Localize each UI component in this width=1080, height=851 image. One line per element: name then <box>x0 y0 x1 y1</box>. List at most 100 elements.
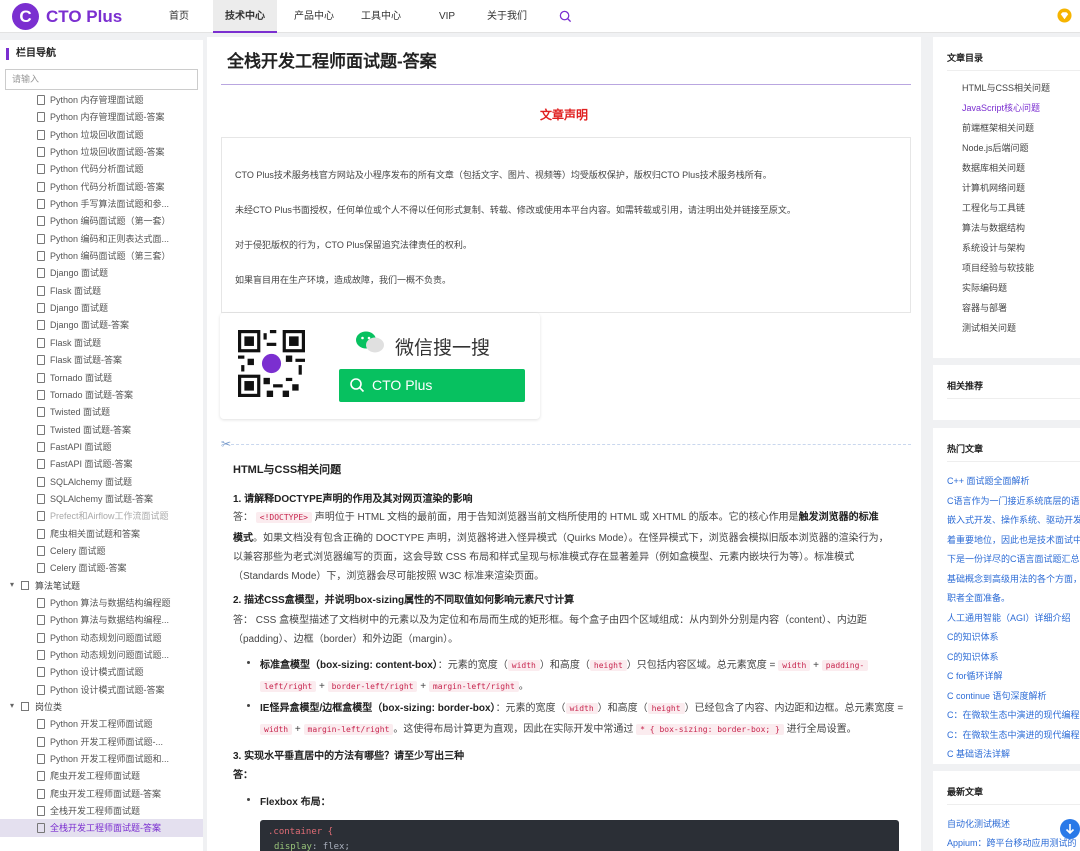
document-icon <box>37 493 45 504</box>
tree-item[interactable]: Python 开发工程师面试题 <box>0 715 203 732</box>
hot-article-link[interactable]: 人工通用智能（AGI）详细介绍 <box>947 611 1071 624</box>
chevron-down-icon[interactable]: ▾ <box>10 580 14 589</box>
plus-sign: + <box>294 724 301 735</box>
tree-item[interactable]: 全栈开发工程师面试题-答案 <box>0 819 203 837</box>
tree-item[interactable]: Python 代码分析面试题-答案 <box>0 178 203 195</box>
wechat-search-button[interactable]: CTO Plus <box>339 369 525 402</box>
tree-item[interactable]: Celery 面试题-答案 <box>0 559 203 576</box>
tree-item[interactable]: SQLAlchemy 面试题-答案 <box>0 490 203 507</box>
toc-item[interactable]: JavaScript核心问题 <box>962 101 1040 114</box>
tree-item[interactable]: 爬虫开发工程师面试题-答案 <box>0 785 203 802</box>
tree-folder[interactable]: ▾ 岗位类 <box>0 698 203 715</box>
tree-item[interactable]: Python 手写算法面试题和参... <box>0 195 203 212</box>
nav-tool-center[interactable]: 工具中心 <box>349 0 413 33</box>
back-to-top-button[interactable] <box>1060 819 1080 839</box>
tree-item[interactable]: Django 面试题 <box>0 299 203 316</box>
tree-item[interactable]: Celery 面试题 <box>0 542 203 559</box>
tree-item[interactable]: Python 垃圾回收面试题 <box>0 126 203 143</box>
hot-article-link[interactable]: 下是一份详尽的C语言面试题汇总 <box>947 552 1080 565</box>
tree-item[interactable]: FastAPI 面试题 <box>0 438 203 455</box>
bullet-content-box-line-2: left/right + border-left/right + margin-… <box>260 677 529 692</box>
tree-item[interactable]: Tornado 面试题 <box>0 369 203 386</box>
hot-article-link[interactable]: C语言作为一门接近系统底层的语 <box>947 494 1080 507</box>
main-nav: 首页 技术中心 产品中心 工具中心 VIP 关于我们 <box>150 0 539 33</box>
tree-folder[interactable]: ▾ 算法笔试题 <box>0 577 203 594</box>
code-block[interactable]: .container { display: flex; <box>260 820 899 851</box>
hot-article-link[interactable]: C 基础语法详解 <box>947 747 1010 760</box>
tree-item[interactable]: Python 动态规划问题面试题... <box>0 646 203 663</box>
toc-item[interactable]: 容器与部署 <box>962 301 1007 314</box>
nav-home[interactable]: 首页 <box>150 0 208 33</box>
tree-item[interactable]: Python 编码面试题（第三套） <box>0 247 203 264</box>
tree-item[interactable]: Flask 面试题 <box>0 334 203 351</box>
tree-item[interactable]: Flask 面试题 <box>0 282 203 299</box>
site-logo[interactable]: C CTO Plus <box>12 3 122 30</box>
search-icon[interactable] <box>559 10 572 23</box>
hot-article-link[interactable]: C的知识体系 <box>947 650 999 663</box>
nav-about[interactable]: 关于我们 <box>475 0 539 33</box>
tree-item[interactable]: Python 动态规划问题面试题 <box>0 629 203 646</box>
hot-article-link[interactable]: C：在微软生态中演进的现代编程 <box>947 728 1080 741</box>
toc-item[interactable]: HTML与CSS相关问题 <box>962 81 1050 94</box>
hot-article-link[interactable]: 着重要地位，因此也是技术面试中 <box>947 533 1080 546</box>
nav-tech-center[interactable]: 技术中心 <box>213 0 277 33</box>
tree-item[interactable]: Twisted 面试题-答案 <box>0 421 203 438</box>
hot-article-link[interactable]: 职者全面准备。 <box>947 591 1010 604</box>
latest-article-link[interactable]: Appium：跨平台移动应用测试的 <box>947 836 1077 849</box>
tree-item[interactable]: Python 设计模式面试题-答案 <box>0 681 203 698</box>
toc-item[interactable]: Node.js后端问题 <box>962 141 1029 154</box>
toc-item[interactable]: 工程化与工具链 <box>962 201 1025 214</box>
toc-item[interactable]: 算法与数据结构 <box>962 221 1025 234</box>
tree-item[interactable]: Python 垃圾回收面试题-答案 <box>0 143 203 160</box>
answer-text: 声明位于 HTML 文档的最前面，用于告知浏览器当前文档所使用的 HTML 或 … <box>314 512 799 523</box>
nav-vip[interactable]: VIP <box>419 0 475 33</box>
answer-2-line-1: 答： CSS 盒模型描述了文档树中的元素以及为定位和布局而生成的矩形框。每个盒子… <box>233 611 867 626</box>
hot-article-link[interactable]: C continue 语句深度解析 <box>947 689 1047 702</box>
nav-product-center[interactable]: 产品中心 <box>282 0 346 33</box>
vip-diamond-icon[interactable] <box>1057 8 1072 23</box>
tree-item[interactable]: Flask 面试题-答案 <box>0 351 203 368</box>
toc-item[interactable]: 系统设计与架构 <box>962 241 1025 254</box>
tree-item[interactable]: Python 开发工程师面试题-... <box>0 733 203 750</box>
document-icon <box>37 320 45 331</box>
sidebar-search-input[interactable]: 请输入 <box>5 69 198 90</box>
latest-article-link[interactable]: 自动化测试概述 <box>947 817 1010 830</box>
tree-item[interactable]: 爬虫开发工程师面试题 <box>0 767 203 784</box>
tree-item[interactable]: Python 代码分析面试题 <box>0 160 203 177</box>
hot-article-link[interactable]: C for循环详解 <box>947 669 1003 682</box>
tree-item[interactable]: Python 编码和正则表达式面... <box>0 230 203 247</box>
tree-item[interactable]: Python 设计模式面试题 <box>0 663 203 680</box>
document-icon <box>37 164 45 175</box>
tree-item[interactable]: Python 算法与数据结构编程... <box>0 611 203 628</box>
hot-article-link[interactable]: 嵌入式开发、操作系统、驱动开发 <box>947 513 1080 526</box>
tree-item[interactable]: Python 内存管理面试题-答案 <box>0 108 203 125</box>
tree-item[interactable]: Prefect和Airflow工作流面试题 <box>0 507 203 524</box>
answer-bold: IE怪异盒模型/边框盒模型（box-sizing: border-box） <box>260 703 496 714</box>
toc-item[interactable]: 测试相关问题 <box>962 321 1016 334</box>
toc-item[interactable]: 计算机网络问题 <box>962 181 1025 194</box>
tree-item[interactable]: Tornado 面试题-答案 <box>0 386 203 403</box>
tree-item[interactable]: Python 算法与数据结构编程题 <box>0 594 203 611</box>
tree-item[interactable]: SQLAlchemy 面试题 <box>0 473 203 490</box>
toc-item[interactable]: 数据库相关问题 <box>962 161 1025 174</box>
hot-article-link[interactable]: 基础概念到高级用法的各个方面， <box>947 572 1080 585</box>
tree-item[interactable]: FastAPI 面试题-答案 <box>0 455 203 472</box>
tree-item[interactable]: Python 内存管理面试题 <box>0 91 203 108</box>
hot-article-link[interactable]: C的知识体系 <box>947 630 999 643</box>
flexbox-label: Flexbox 布局： <box>260 793 331 808</box>
hot-article-link[interactable]: C：在微软生态中演进的现代编程 <box>947 708 1080 721</box>
tree-item[interactable]: Twisted 面试题 <box>0 403 203 420</box>
tree-item-label: Python 代码分析面试题 <box>50 164 144 175</box>
inline-code: border-left/right <box>327 681 418 692</box>
tree-item[interactable]: Python 开发工程师面试题和... <box>0 750 203 767</box>
tree-item[interactable]: 爬虫相关面试题和答案 <box>0 525 203 542</box>
tree-item[interactable]: Django 面试题 <box>0 264 203 281</box>
hot-article-link[interactable]: C++ 面试题全面解析 <box>947 474 1030 487</box>
tree-item[interactable]: Django 面试题-答案 <box>0 316 203 333</box>
toc-item[interactable]: 前端框架相关问题 <box>962 121 1034 134</box>
tree-item[interactable]: Python 编码面试题（第一套） <box>0 212 203 229</box>
tree-item[interactable]: 全栈开发工程师面试题 <box>0 802 203 819</box>
toc-item[interactable]: 项目经验与软技能 <box>962 261 1034 274</box>
toc-item[interactable]: 实际编码题 <box>962 281 1007 294</box>
chevron-down-icon[interactable]: ▾ <box>10 701 14 710</box>
